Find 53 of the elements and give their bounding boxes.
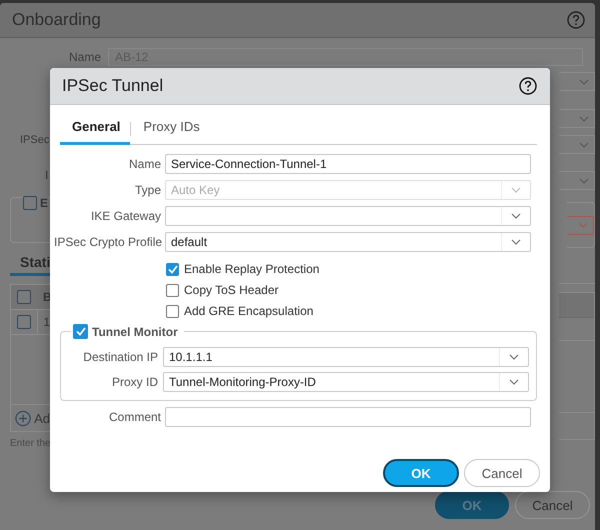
chevron-down-icon bbox=[579, 142, 589, 148]
dialog-title: IPSec Tunnel bbox=[62, 76, 164, 96]
dialog-title: Onboarding bbox=[12, 10, 101, 30]
checkmark-icon bbox=[76, 327, 86, 336]
checkbox-label: Copy ToS Header bbox=[184, 283, 278, 297]
dropdown[interactable] bbox=[559, 109, 595, 128]
checkbox[interactable] bbox=[73, 324, 88, 339]
field-label: I bbox=[45, 168, 48, 182]
checkbox[interactable] bbox=[166, 304, 179, 318]
text-field[interactable]: Service-Connection-Tunnel-1 bbox=[165, 154, 531, 174]
chevron-down-icon bbox=[578, 222, 588, 228]
field-label: Comment bbox=[108, 410, 161, 424]
checkbox-label: E bbox=[40, 196, 48, 210]
chevron-down-icon bbox=[579, 178, 589, 184]
tab[interactable]: Proxy IDs bbox=[131, 117, 210, 145]
help-icon[interactable] bbox=[519, 77, 537, 95]
dropdown[interactable]: default bbox=[165, 232, 531, 252]
dropdown[interactable] bbox=[567, 216, 594, 234]
plus-circle-icon bbox=[15, 410, 32, 426]
field-label: Type bbox=[134, 183, 161, 197]
tab[interactable]: General bbox=[60, 117, 130, 145]
dropdown[interactable]: Tunnel-Monitoring-Proxy-ID bbox=[163, 372, 529, 392]
field-label: Proxy ID bbox=[110, 375, 158, 389]
field-label: IPSec Crypto Profile bbox=[54, 235, 161, 249]
field-label: Name bbox=[68, 50, 102, 64]
checkbox-label: Enable Replay Protection bbox=[184, 262, 320, 276]
chevron-down-icon bbox=[509, 379, 519, 385]
dropdown[interactable] bbox=[559, 72, 595, 91]
chevron-down-icon bbox=[579, 78, 589, 84]
chevron-down-icon bbox=[579, 116, 589, 122]
checkmark-icon bbox=[168, 264, 178, 274]
checkbox[interactable] bbox=[23, 196, 37, 210]
field-label: Destination IP bbox=[82, 350, 158, 364]
cancel-button[interactable]: Cancel bbox=[464, 459, 540, 487]
field-label: Name bbox=[128, 157, 161, 171]
field-label: IKE Gateway bbox=[90, 209, 161, 223]
chevron-down-icon bbox=[509, 354, 519, 360]
chevron-down-icon bbox=[511, 187, 521, 193]
checkbox[interactable] bbox=[17, 315, 31, 329]
section-title: Tunnel Monitor bbox=[92, 324, 178, 338]
field-label: IPSec bbox=[20, 134, 50, 146]
table-cell: 1 bbox=[43, 315, 50, 329]
dropdown[interactable]: 10.1.1.1 bbox=[163, 347, 529, 367]
checkbox[interactable] bbox=[166, 262, 179, 276]
checkbox[interactable] bbox=[166, 284, 179, 296]
dropdown[interactable] bbox=[559, 135, 595, 154]
chevron-down-icon bbox=[511, 213, 521, 219]
dropdown[interactable] bbox=[165, 206, 531, 226]
dropdown[interactable] bbox=[559, 171, 595, 190]
text-field[interactable] bbox=[165, 407, 531, 427]
chevron-down-icon bbox=[511, 239, 521, 245]
checkbox[interactable] bbox=[17, 290, 31, 304]
checkbox-label: Add GRE Encapsulation bbox=[184, 304, 314, 318]
